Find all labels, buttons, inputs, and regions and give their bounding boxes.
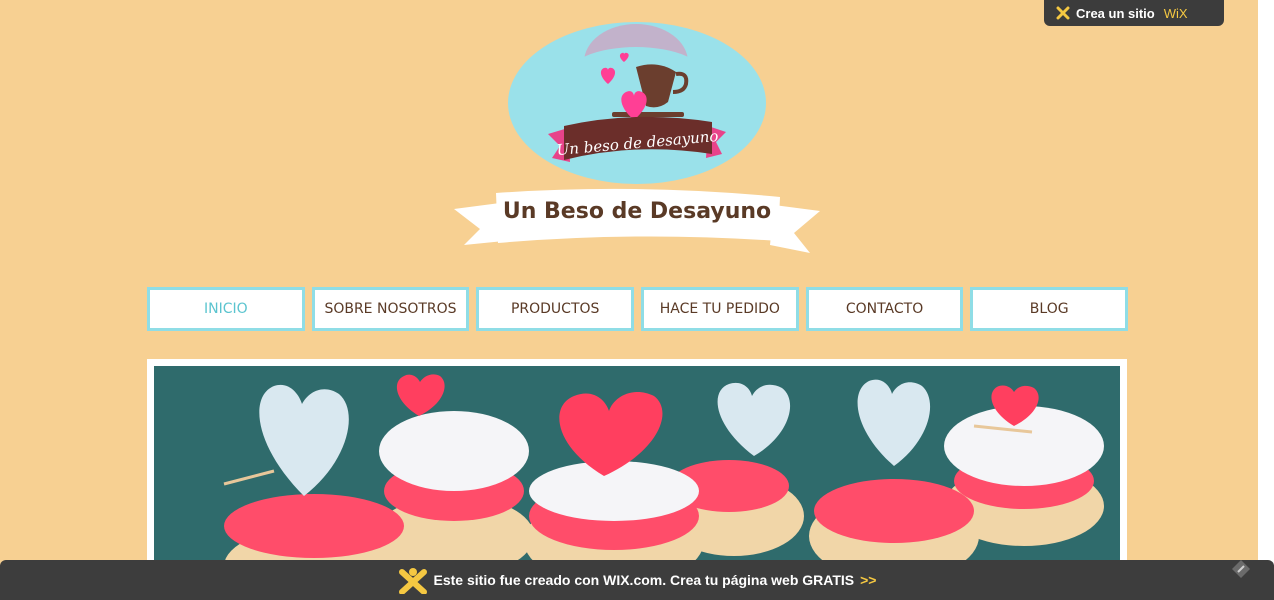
wix-badge-label: Crea un sitio — [1076, 5, 1155, 21]
nav-item-blog[interactable]: BLOG — [970, 287, 1129, 331]
wix-x-logo-icon — [398, 568, 427, 594]
wix-x-icon — [1056, 6, 1070, 20]
wix-create-site-badge[interactable]: Crea un sitio WiX — [1044, 0, 1224, 26]
wix-promo-bar[interactable]: Este sitio fue creado con WIX.com. Crea … — [0, 560, 1274, 600]
nav-item-sobre-nosotros[interactable]: SOBRE NOSOTROS — [311, 287, 470, 331]
wix-promo-arrows: >> — [860, 572, 877, 588]
wix-promo-text: Este sitio fue creado con WIX.com. Crea … — [433, 572, 855, 588]
nav-item-contacto[interactable]: CONTACTO — [805, 287, 964, 331]
main-nav: INICIO SOBRE NOSOTROS PRODUCTOS HACE TU … — [147, 287, 1129, 331]
site-title: Un Beso de Desayuno — [502, 199, 772, 224]
page-scroll-strip — [1258, 0, 1274, 600]
nav-item-hace-tu-pedido[interactable]: HACE TU PEDIDO — [641, 287, 799, 331]
logo-artwork: Un beso de desayuno — [548, 24, 726, 162]
site-title-banner: Un Beso de Desayuno — [452, 183, 822, 259]
nav-item-inicio[interactable]: INICIO — [147, 287, 305, 331]
corner-fold-icon[interactable] — [1230, 558, 1252, 580]
wix-badge-brand: WiX — [1163, 5, 1188, 21]
site-logo[interactable]: Un beso de desayuno — [508, 22, 766, 184]
nav-item-productos[interactable]: PRODUCTOS — [476, 287, 635, 331]
